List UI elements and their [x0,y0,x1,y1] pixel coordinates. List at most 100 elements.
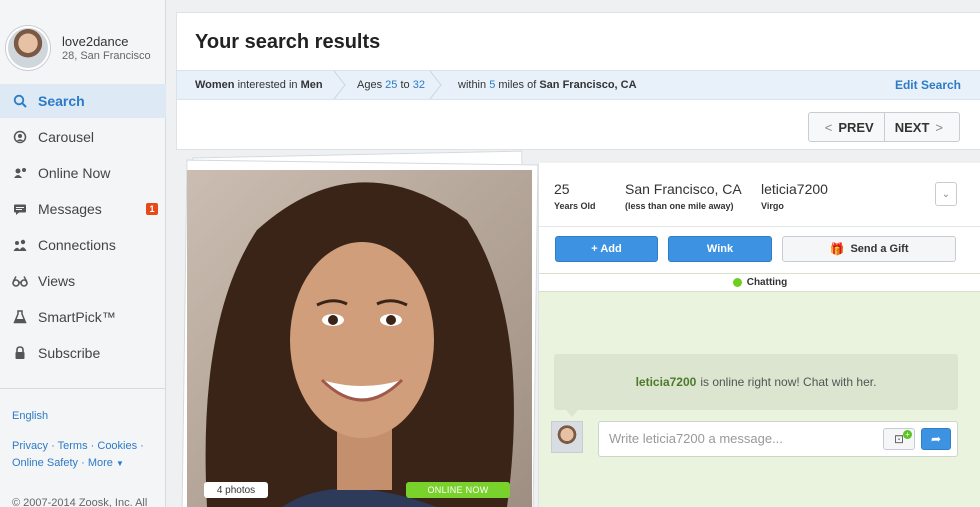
chevron-down-icon: ⌄ [941,188,951,200]
carousel-icon [12,129,28,145]
location-value: San Francisco, CA [625,181,742,197]
profile-details: 25 Years Old San Francisco, CA (less tha… [538,163,980,507]
sidebar-item-messages[interactable]: Messages 1 [0,192,166,226]
criteria-within: within [458,79,487,91]
criteria-miles: 5 [489,79,496,91]
fact-age: 25 Years Old [554,181,596,211]
cookies-link[interactable]: Cookies [97,440,137,452]
chevron-right-icon: > [935,119,943,135]
criteria-age-from: 25 [385,79,398,91]
avatar[interactable] [6,26,50,70]
fact-username: leticia7200 Virgo [761,181,828,211]
send-gift-button[interactable]: 🎁 Send a Gift [782,236,956,262]
criteria-ages: Ages 25 to 32 [357,71,425,99]
more-link[interactable]: More ▼ [88,457,124,469]
edit-search-link[interactable]: Edit Search [895,71,961,99]
chevron-left-icon: < [824,119,833,135]
online-safety-link[interactable]: Online Safety [12,457,78,469]
more-options-button[interactable]: ⌄ [935,182,957,206]
caret-down-icon: ▼ [115,459,124,468]
terms-link[interactable]: Terms [58,440,88,452]
criteria-miles-of: miles of [498,79,537,91]
sidebar-item-label: Subscribe [38,345,101,361]
photo-count[interactable]: 4 photos [204,482,268,498]
criteria-men: Men [300,79,323,91]
language-link[interactable]: English [12,410,48,422]
criteria-women: Women [195,79,235,91]
sidebar-item-search[interactable]: Search [0,84,166,118]
privacy-link[interactable]: Privacy [12,440,48,452]
add-button[interactable]: + Add [555,236,658,262]
gift-icon: 🎁 [829,242,845,256]
views-icon [12,273,28,289]
sidebar-item-carousel[interactable]: Carousel [0,120,166,154]
avatar [551,421,583,453]
sidebar-item-smartpick[interactable]: SmartPick™ [0,300,166,334]
age-caption: Years Old [554,201,596,211]
sidebar-item-label: Messages [38,201,102,217]
next-label: NEXT [894,119,930,135]
criteria-age-to: 32 [412,79,425,91]
sidebar-item-label: Carousel [38,129,95,145]
criteria-location: San Francisco, CA [539,79,637,91]
prev-button[interactable]: < PREV [809,113,884,141]
messages-icon [12,201,28,217]
send-button[interactable]: ➦ [921,428,951,450]
sidebar-item-subscribe[interactable]: Subscribe [0,336,166,370]
prev-label: PREV [838,119,874,135]
smartpick-icon [12,309,28,325]
arrow-right-icon: ➦ [930,432,942,446]
chat-prompt-username: leticia7200 [635,375,697,389]
online-now-badge: ONLINE NOW [406,482,510,498]
age-value: 25 [554,181,570,197]
user-profile[interactable]: love2dance 28, San Francisco [6,26,151,70]
chat-prompt: leticia7200 is online right now! Chat wi… [554,354,958,417]
wink-button[interactable]: Wink [668,236,772,262]
copyright: © 2007-2014 Zoosk, Inc. All [12,497,148,507]
sidebar: love2dance 28, San Francisco Search Caro… [0,0,166,507]
fact-location: San Francisco, CA (less than one mile aw… [625,181,742,211]
online-dot-icon [732,278,742,287]
sidebar-item-connections[interactable]: Connections [0,228,166,262]
criteria-separator [333,71,346,99]
more-label: More [87,457,113,469]
search-criteria-bar: Women interested in Men Ages 25 to 32 wi… [177,70,980,100]
connections-icon [12,237,28,253]
chat-prompt-text: is online right now! Chat with her. [700,375,877,389]
next-button[interactable]: NEXT > [883,113,959,141]
sidebar-item-label: Views [38,273,76,289]
username-value: leticia7200 [761,181,828,197]
profile-text: love2dance 28, San Francisco [62,34,151,62]
sidebar-item-views[interactable]: Views [0,264,166,298]
sign-caption: Virgo [761,201,784,211]
chat-status-label: Chatting [746,277,788,288]
profile-subtitle: 28, San Francisco [62,50,151,62]
criteria-ages-label: Ages [357,79,383,91]
sidebar-item-online-now[interactable]: Online Now [0,156,166,190]
message-input[interactable] [609,431,869,446]
criteria-gender: Women interested in Men [195,71,323,99]
profile-photo[interactable] [187,170,532,507]
criteria-distance: within 5 miles of San Francisco, CA [458,71,637,99]
profile-actions: + Add Wink 🎁 Send a Gift [555,236,966,262]
online-now-icon [12,165,28,181]
search-header: Your search results Women interested in … [176,12,980,150]
profile-facts: 25 Years Old San Francisco, CA (less tha… [539,163,980,227]
page-title: Your search results [195,31,381,53]
sidebar-item-label: Online Now [38,165,111,181]
sidebar-nav: Search Carousel Online Now Messages 1 Co… [0,84,166,372]
profile-name[interactable]: love2dance [62,34,151,49]
chat-area: Chatting leticia7200 is online right now… [539,273,980,507]
pager: < PREV NEXT > [807,112,960,142]
search-icon [12,93,28,109]
sidebar-item-label: SmartPick™ [38,309,116,325]
plus-icon: + [903,430,912,439]
criteria-to: to [400,79,410,91]
criteria-separator [429,71,442,99]
attach-gift-button[interactable]: ⊡ + [883,428,915,450]
chat-status: Chatting [539,274,980,292]
send-gift-label: Send a Gift [850,243,909,255]
sidebar-item-label: Search [38,93,85,109]
messages-badge: 1 [146,203,158,215]
message-composer: ⊡ + ➦ [598,421,958,457]
